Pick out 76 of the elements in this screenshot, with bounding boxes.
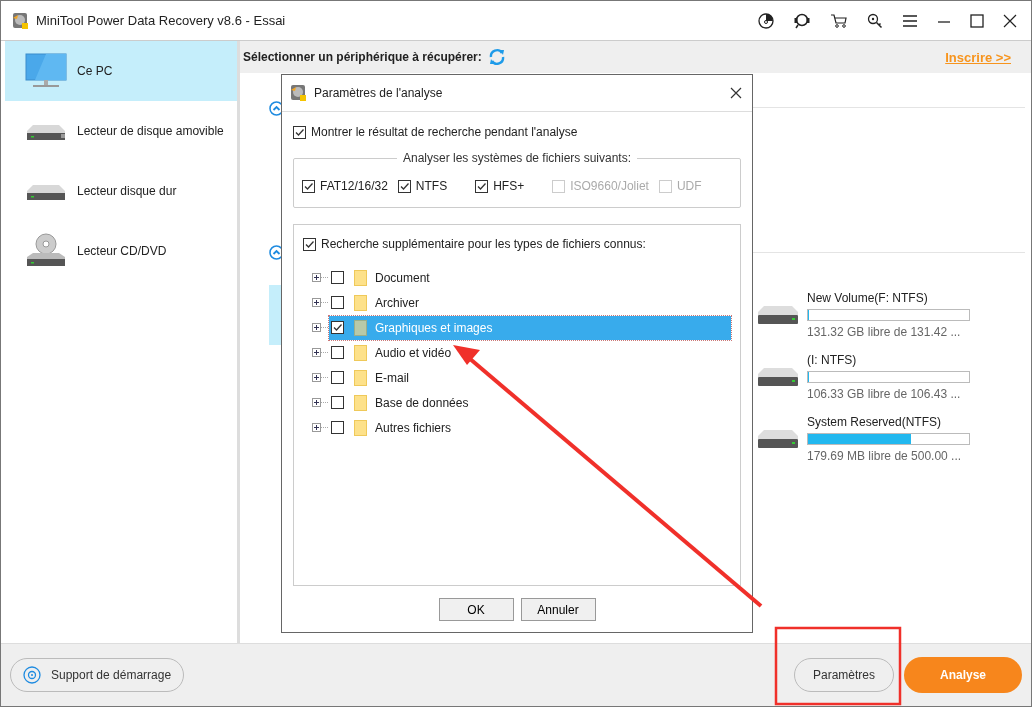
selected-partition-highlight bbox=[269, 285, 281, 345]
checkbox[interactable] bbox=[331, 296, 344, 309]
show-results-checkbox[interactable]: Montrer le résultat de recherche pendant l'analyse bbox=[293, 125, 741, 139]
dialog-title: Paramètres de l'analyse bbox=[314, 86, 443, 100]
monitor-icon bbox=[25, 53, 67, 89]
window-title: MiniTool Power Data Recovery v8.6 - Essai bbox=[36, 13, 286, 28]
checkbox[interactable] bbox=[331, 346, 344, 359]
close-icon[interactable] bbox=[1003, 13, 1017, 28]
sidebar-item[interactable]: Lecteur disque dur bbox=[5, 161, 237, 221]
partition-name: New Volume(F: NTFS) bbox=[807, 291, 929, 305]
disc-icon bbox=[23, 666, 41, 684]
close-icon[interactable] bbox=[730, 87, 742, 99]
expand-icon[interactable] bbox=[312, 323, 329, 332]
drive-icon bbox=[756, 303, 800, 327]
file-type-item[interactable]: Base de données bbox=[329, 390, 731, 415]
partition-item[interactable]: System Reserved(NTFS) 179.69 MB libre de 500.00 ... bbox=[756, 415, 1031, 463]
app-logo-icon bbox=[290, 84, 308, 102]
checkbox[interactable] bbox=[475, 179, 489, 193]
file-type-item[interactable]: Archiver bbox=[329, 290, 731, 315]
partition-info: 106.33 GB libre de 106.43 ... bbox=[807, 387, 962, 401]
partition-name: (I: NTFS) bbox=[807, 353, 858, 367]
key-search-icon[interactable] bbox=[867, 12, 883, 29]
disc-icon[interactable] bbox=[758, 12, 774, 29]
partition-item[interactable]: (I: NTFS) 106.33 GB libre de 106.43 ... bbox=[756, 353, 1031, 401]
filesystem-option[interactable]: FAT12/16/32 bbox=[302, 179, 388, 193]
filesystem-option[interactable]: HFS+ bbox=[475, 179, 525, 193]
folder-icon bbox=[354, 419, 367, 436]
headset-icon[interactable] bbox=[793, 11, 811, 30]
dialog-button[interactable]: OK bbox=[438, 598, 514, 621]
file-type-item[interactable]: E-mail bbox=[329, 365, 731, 390]
expand-icon[interactable] bbox=[312, 398, 329, 407]
checkbox[interactable] bbox=[331, 271, 344, 284]
checkbox[interactable] bbox=[302, 179, 315, 193]
expand-icon[interactable] bbox=[312, 348, 329, 357]
cart-icon[interactable] bbox=[830, 12, 848, 29]
folder-icon bbox=[354, 344, 367, 361]
checkbox[interactable] bbox=[331, 421, 344, 434]
app-logo-icon bbox=[12, 11, 30, 30]
dialog-button[interactable]: Annuler bbox=[520, 598, 596, 621]
sidebar-item[interactable]: Lecteur de disque amovible bbox=[5, 101, 237, 161]
file-type-item[interactable]: Autres fichiers bbox=[329, 415, 731, 440]
expand-icon[interactable] bbox=[312, 423, 329, 432]
filesystem-option[interactable]: NTFS bbox=[397, 179, 448, 193]
refresh-icon[interactable] bbox=[487, 48, 506, 66]
partition-item[interactable]: New Volume(F: NTFS) 131.32 GB libre de 131.42 ... bbox=[756, 291, 1031, 339]
sidebar-item[interactable]: Lecteur CD/DVD bbox=[5, 221, 237, 281]
expand-icon[interactable] bbox=[312, 273, 329, 282]
folder-icon bbox=[354, 369, 367, 386]
sidebar-item[interactable]: Ce PC bbox=[5, 41, 237, 101]
maximize-icon[interactable] bbox=[970, 13, 984, 28]
expand-icon[interactable] bbox=[312, 373, 329, 382]
checkbox[interactable] bbox=[331, 396, 344, 409]
partition-name: System Reserved(NTFS) bbox=[807, 415, 943, 429]
folder-icon bbox=[354, 394, 367, 411]
checkbox[interactable] bbox=[397, 179, 411, 193]
cd-drive-icon bbox=[25, 233, 67, 269]
extra-search-checkbox[interactable]: Recherche supplémentaire pour les types de fichiers connus: bbox=[303, 237, 731, 251]
folder-icon bbox=[354, 319, 367, 336]
group-title: Analyser les systèmes de fichiers suivants: bbox=[401, 151, 633, 165]
checkbox[interactable] bbox=[293, 125, 306, 139]
drive-icon bbox=[756, 365, 800, 389]
partition-info: 179.69 MB libre de 500.00 ... bbox=[807, 449, 963, 463]
checkbox[interactable] bbox=[331, 321, 344, 334]
folder-icon bbox=[354, 269, 367, 286]
settings-button[interactable]: Paramètres bbox=[794, 658, 894, 692]
file-type-item[interactable]: Audio et vidéo bbox=[329, 340, 731, 365]
boot-media-button[interactable]: Support de démarrage bbox=[10, 658, 185, 692]
file-type-item[interactable]: Document bbox=[329, 265, 731, 290]
drive-icon bbox=[756, 427, 800, 451]
menu-icon[interactable] bbox=[902, 13, 918, 28]
checkbox[interactable] bbox=[331, 371, 344, 384]
checkbox[interactable] bbox=[303, 237, 316, 251]
partition-info: 131.32 GB libre de 131.42 ... bbox=[807, 325, 962, 339]
expand-icon[interactable] bbox=[312, 298, 329, 307]
section-title: Sélectionner un périphérique à récupérer: bbox=[243, 50, 482, 64]
folder-icon bbox=[354, 294, 367, 311]
